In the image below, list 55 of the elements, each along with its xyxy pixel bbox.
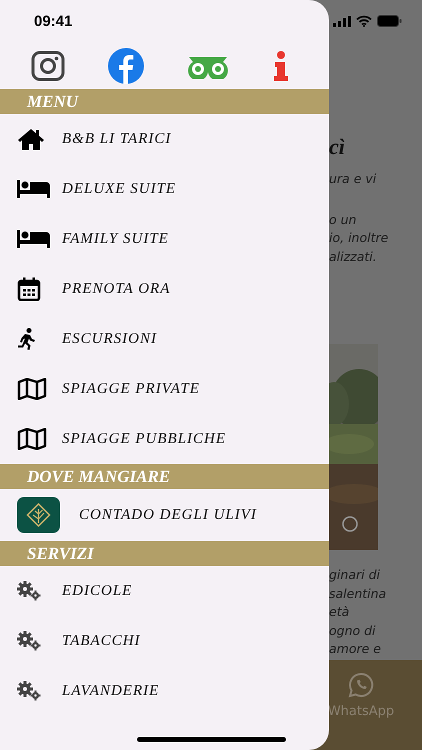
chat-bubble-icon <box>348 672 374 698</box>
bed-icon <box>17 230 50 248</box>
map-icon <box>17 428 47 450</box>
menu-item[interactable]: B&B LI TARICI <box>0 114 329 164</box>
paragraph-line: amore e <box>329 640 382 658</box>
paragraph-line: ura e vi <box>329 170 378 188</box>
signal-icon <box>333 16 351 26</box>
house-icon <box>17 128 45 150</box>
map-icon <box>17 378 47 400</box>
wifi-icon <box>356 15 372 27</box>
menu-item[interactable]: FAMILY SUITE <box>0 214 329 264</box>
bed-icon <box>17 180 50 198</box>
paragraph-line: ginari di <box>329 566 381 584</box>
page-heading: cì <box>329 134 346 160</box>
section-header: SERVIZI <box>0 541 329 566</box>
menu-item-label: SPIAGGE PRIVATE <box>62 380 200 398</box>
menu-item[interactable]: TABACCHI <box>0 616 329 666</box>
menu-item[interactable]: PRENOTA ORA <box>0 264 329 314</box>
menu-item-label: EDICOLE <box>62 582 132 600</box>
menu-item-label: CONTADO DEGLI ULIVI <box>79 506 257 524</box>
facebook-icon[interactable] <box>108 48 144 84</box>
menu-item-label: PRENOTA ORA <box>62 280 170 298</box>
menu-item[interactable]: EDICOLE <box>0 566 329 616</box>
camera-icon[interactable] <box>31 50 65 80</box>
info-icon[interactable] <box>272 50 289 80</box>
gears-icon <box>17 631 41 651</box>
menu-item[interactable]: ESCURSIONI <box>0 314 329 364</box>
paragraph-line: ogno di <box>329 622 377 640</box>
menu-item-label: TABACCHI <box>62 632 141 650</box>
menu-item[interactable]: CONTADO DEGLI ULIVI <box>0 489 329 541</box>
section-header: MENU <box>0 89 329 114</box>
menu-item-label: DELUXE SUITE <box>62 180 176 198</box>
menu-item-label: LAVANDERIE <box>62 682 160 700</box>
menu-item[interactable]: DELUXE SUITE <box>0 164 329 214</box>
menu-item[interactable]: LAVANDERIE <box>0 666 329 716</box>
menu-item[interactable]: SPIAGGE PRIVATE <box>0 364 329 414</box>
running-person-icon <box>17 328 37 350</box>
menu-item-label: ESCURSIONI <box>62 330 157 348</box>
paragraph-line: o un <box>329 210 358 228</box>
paragraph-line: io, inoltre <box>329 229 390 247</box>
menu-item[interactable]: SPIAGGE PUBBLICHE <box>0 414 329 464</box>
tab-label: WhatsApp <box>328 704 394 719</box>
menu-item-label: B&B LI TARICI <box>62 130 172 148</box>
menu-item-label: SPIAGGE PUBBLICHE <box>62 430 226 448</box>
paragraph-line: salentina <box>329 584 388 602</box>
calendar-icon <box>17 277 41 301</box>
status-time: 09:41 <box>34 12 72 30</box>
gears-icon <box>17 681 41 701</box>
leaf-logo-icon <box>17 497 60 533</box>
section-header: DOVE MANGIARE <box>0 464 329 489</box>
menu-item-label: FAMILY SUITE <box>62 230 169 248</box>
paragraph-line: età <box>329 603 350 621</box>
gears-icon <box>17 581 41 601</box>
battery-icon <box>377 15 402 27</box>
paragraph-line: alizzati. <box>329 248 378 266</box>
